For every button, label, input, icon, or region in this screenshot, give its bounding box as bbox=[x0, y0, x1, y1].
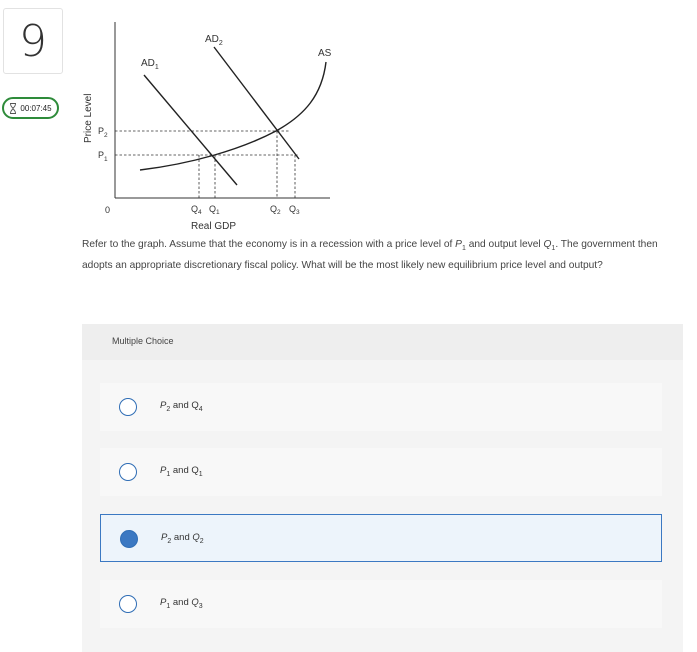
timer-text: 00:07:45 bbox=[20, 103, 52, 113]
q3-label: Q3 bbox=[289, 204, 300, 216]
q2-label: Q2 bbox=[270, 204, 281, 216]
radio-button[interactable] bbox=[119, 463, 137, 481]
ad2-curve bbox=[213, 46, 300, 160]
option-1[interactable]: P2 and Q4 bbox=[100, 383, 662, 431]
ad2-label: AD2 bbox=[205, 34, 223, 47]
origin-label: 0 bbox=[105, 205, 110, 215]
question-number: 9 bbox=[19, 15, 47, 67]
ad1-curve bbox=[143, 74, 238, 186]
question-text: Refer to the graph. Assume that the econ… bbox=[82, 239, 658, 272]
timer-badge[interactable]: 00:07:45 bbox=[2, 97, 59, 119]
ad-as-graph: Price Level 0 Real GDP AD1 AD2 AS P2 P1 … bbox=[83, 22, 332, 232]
option-label: P1 and Q3 bbox=[160, 597, 203, 610]
radio-button-selected[interactable] bbox=[120, 530, 138, 548]
y-axis-label: Price Level bbox=[83, 94, 94, 143]
p2-label: P2 bbox=[98, 126, 108, 139]
multiple-choice-title: Multiple Choice bbox=[112, 336, 174, 346]
radio-button[interactable] bbox=[119, 398, 137, 416]
as-label: AS bbox=[318, 48, 332, 59]
as-curve bbox=[139, 61, 327, 171]
radio-button[interactable] bbox=[119, 595, 137, 613]
hourglass-icon bbox=[10, 102, 17, 114]
multiple-choice-panel: Multiple Choice P2 and Q4 P1 and Q1 P2 a… bbox=[82, 324, 683, 652]
option-4[interactable]: P1 and Q3 bbox=[100, 580, 662, 628]
option-2[interactable]: P1 and Q1 bbox=[100, 448, 662, 496]
option-label: P1 and Q1 bbox=[160, 465, 203, 478]
multiple-choice-header: Multiple Choice bbox=[82, 324, 683, 360]
p1-label: P1 bbox=[98, 150, 108, 163]
ad1-label: AD1 bbox=[141, 58, 159, 71]
q4-label: Q4 bbox=[191, 204, 202, 216]
option-3[interactable]: P2 and Q2 bbox=[100, 514, 662, 562]
q1-label: Q1 bbox=[209, 204, 220, 216]
x-axis-label: Real GDP bbox=[191, 221, 236, 232]
option-label: P2 and Q2 bbox=[161, 532, 204, 545]
question-number-box: 9 bbox=[3, 8, 63, 74]
option-label: P2 and Q4 bbox=[160, 400, 203, 413]
